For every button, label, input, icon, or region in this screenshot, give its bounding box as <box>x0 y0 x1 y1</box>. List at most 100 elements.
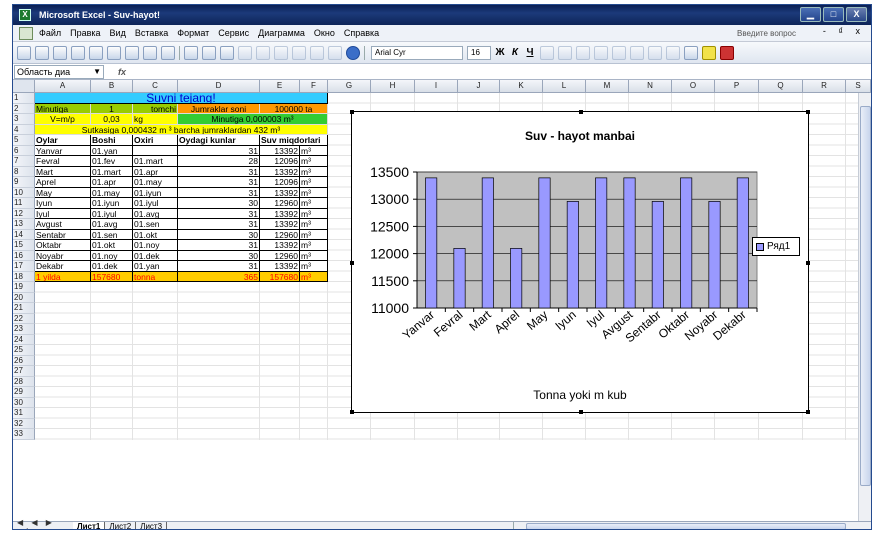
row-header-15[interactable]: 15 <box>13 240 35 251</box>
column-header-b[interactable]: B <box>91 80 133 93</box>
row-header-2[interactable]: 2 <box>13 103 35 114</box>
table-cell[interactable]: 30 <box>178 250 260 261</box>
font-name-select[interactable]: Arial Cyr <box>371 45 463 60</box>
chevron-down-icon[interactable]: ▼ <box>93 66 101 78</box>
table-cell[interactable]: 31 <box>178 166 260 177</box>
table-header-0[interactable]: Oylar <box>35 135 91 146</box>
total-cell[interactable]: 157680 <box>260 271 300 282</box>
table-cell[interactable] <box>133 145 178 156</box>
table-cell[interactable]: 01.noy <box>91 250 133 261</box>
name-box[interactable]: Область диа ▼ <box>14 64 104 79</box>
table-cell[interactable]: Iyul <box>35 208 91 219</box>
tab-sheet3[interactable]: Лист3 <box>136 521 168 529</box>
vertical-scroll-thumb[interactable] <box>860 106 871 486</box>
redo-icon[interactable] <box>274 45 288 60</box>
table-cell[interactable]: 01.noy <box>133 240 178 251</box>
vertical-scrollbar[interactable] <box>858 93 871 521</box>
increase-indent-icon[interactable] <box>666 45 680 60</box>
row-header-20[interactable]: 20 <box>13 292 35 303</box>
bar-sentabr[interactable] <box>651 201 664 309</box>
row-header-7[interactable]: 7 <box>13 156 35 167</box>
menu-window[interactable]: Окно <box>314 28 335 38</box>
row-header-22[interactable]: 22 <box>13 313 35 324</box>
cell-c3[interactable]: kg <box>133 114 178 125</box>
table-cell[interactable]: 01.okt <box>133 229 178 240</box>
menu-tools[interactable]: Сервис <box>218 28 249 38</box>
email-icon[interactable] <box>89 45 103 60</box>
row-header-12[interactable]: 12 <box>13 208 35 219</box>
table-cell[interactable]: Mart <box>35 166 91 177</box>
table-cell[interactable]: m³ <box>300 250 328 261</box>
bar-iyul[interactable] <box>595 177 608 309</box>
table-cell[interactable]: 01.dek <box>133 250 178 261</box>
format-painter-icon[interactable] <box>238 45 252 60</box>
fill-color-icon[interactable] <box>702 45 716 60</box>
column-header-s[interactable]: S <box>846 80 871 93</box>
cell-b2[interactable]: 1 <box>91 103 133 114</box>
print-icon[interactable] <box>107 45 121 60</box>
undo-icon[interactable] <box>256 45 270 60</box>
horizontal-scroll-thumb[interactable] <box>526 523 846 529</box>
table-cell[interactable]: 31 <box>178 219 260 230</box>
total-cell[interactable]: 157680 <box>91 271 133 282</box>
row-header-16[interactable]: 16 <box>13 250 35 261</box>
table-cell[interactable]: Noyabr <box>35 250 91 261</box>
new-icon[interactable] <box>17 45 31 60</box>
table-cell[interactable]: 01.okt <box>91 240 133 251</box>
table-cell[interactable]: 31 <box>178 187 260 198</box>
table-cell[interactable]: 01.may <box>133 177 178 188</box>
row-header-31[interactable]: 31 <box>13 408 35 419</box>
table-cell[interactable]: Fevral <box>35 156 91 167</box>
help-icon[interactable] <box>346 45 360 60</box>
table-cell[interactable]: 13392 <box>260 187 300 198</box>
table-cell[interactable]: 01.yan <box>91 145 133 156</box>
menu-view[interactable]: Вид <box>110 28 126 38</box>
cell-a4[interactable]: Sutkasiga 0,000432 m ³ barcha jumraklard… <box>35 124 328 135</box>
table-cell[interactable]: m³ <box>300 166 328 177</box>
table-cell[interactable]: m³ <box>300 177 328 188</box>
table-cell[interactable]: 13392 <box>260 240 300 251</box>
table-cell[interactable]: 01.dek <box>91 261 133 272</box>
open-icon[interactable] <box>35 45 49 60</box>
table-cell[interactable]: 01.apr <box>133 166 178 177</box>
table-cell[interactable]: 31 <box>178 261 260 272</box>
table-cell[interactable]: m³ <box>300 261 328 272</box>
table-cell[interactable]: 01.iyul <box>133 198 178 209</box>
horizontal-scrollbar[interactable] <box>513 522 869 529</box>
sheet-navigation-buttons[interactable]: ◀ ◀ ▶ ▶| <box>13 518 73 530</box>
table-cell[interactable]: 01.sen <box>91 229 133 240</box>
table-cell[interactable]: 30 <box>178 229 260 240</box>
table-cell[interactable]: Sentabr <box>35 229 91 240</box>
column-header-o[interactable]: O <box>672 80 715 93</box>
bar-fevral[interactable] <box>453 248 466 309</box>
total-cell[interactable]: 1 yilda <box>35 271 91 282</box>
italic-button[interactable]: К <box>509 47 521 58</box>
cell-d2[interactable]: Jumraklar soni <box>178 103 260 114</box>
column-header-g[interactable]: G <box>328 80 371 93</box>
table-header-4[interactable]: Suv miqdorlari <box>260 135 328 146</box>
column-header-l[interactable]: L <box>543 80 586 93</box>
sort-icon[interactable] <box>328 45 342 60</box>
total-cell[interactable]: tonna <box>133 271 178 282</box>
cell-e2[interactable]: 100000 ta <box>260 103 328 114</box>
row-header-8[interactable]: 8 <box>13 166 35 177</box>
table-cell[interactable]: 30 <box>178 198 260 209</box>
table-cell[interactable]: Dekabr <box>35 261 91 272</box>
column-header-q[interactable]: Q <box>759 80 803 93</box>
table-cell[interactable]: 01.avg <box>133 208 178 219</box>
bar-mart[interactable] <box>481 177 494 309</box>
cell-d3[interactable]: Minutiga 0,000003 m³ <box>178 114 328 125</box>
column-header-i[interactable]: I <box>415 80 458 93</box>
table-cell[interactable]: 12960 <box>260 229 300 240</box>
column-header-m[interactable]: M <box>586 80 629 93</box>
select-all-corner[interactable] <box>13 80 35 93</box>
table-cell[interactable]: 31 <box>178 145 260 156</box>
table-cell[interactable]: Aprel <box>35 177 91 188</box>
font-size-select[interactable]: 16 <box>467 45 491 60</box>
document-window-controls[interactable]: - ₫ x <box>823 26 865 36</box>
cut-icon[interactable] <box>184 45 198 60</box>
table-cell[interactable]: 01.iyul <box>91 208 133 219</box>
table-cell[interactable]: Avgust <box>35 219 91 230</box>
menu-insert[interactable]: Вставка <box>135 28 168 38</box>
table-cell[interactable]: 01.iyun <box>91 198 133 209</box>
